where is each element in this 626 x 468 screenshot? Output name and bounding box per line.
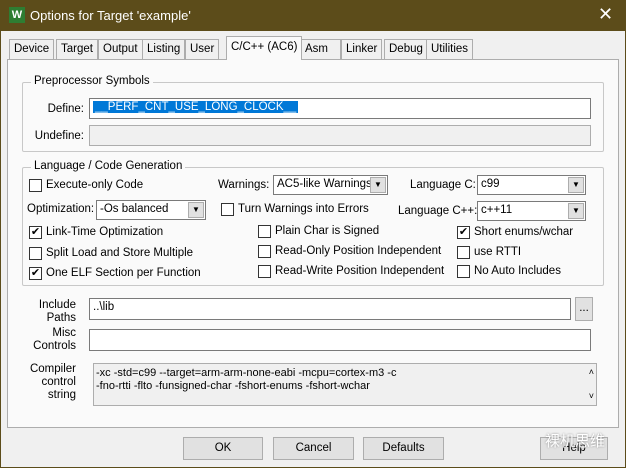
- split-load-checkbox[interactable]: [29, 247, 42, 260]
- label-line: Controls: [33, 340, 76, 352]
- link-time-checkbox[interactable]: ✔: [29, 226, 42, 239]
- turn-warnings-checkbox[interactable]: [221, 203, 234, 216]
- optimization-label: Optimization:: [27, 203, 95, 215]
- execute-only-checkbox[interactable]: [29, 179, 42, 192]
- turn-warnings-label: Turn Warnings into Errors: [238, 203, 369, 215]
- warnings-label: Warnings:: [218, 179, 270, 191]
- language-cpp-value: c++11: [481, 204, 513, 216]
- optimization-value: -Os balanced: [100, 203, 169, 215]
- chevron-down-icon: ▼: [568, 177, 584, 193]
- include-paths-input[interactable]: ..\lib: [89, 298, 571, 320]
- language-c-value: c99: [481, 178, 500, 190]
- warnings-select[interactable]: AC5-like Warnings ▼: [273, 175, 388, 195]
- tab-target[interactable]: Target: [56, 39, 98, 59]
- tab-device[interactable]: Device: [9, 39, 55, 59]
- define-label: Define:: [47, 103, 84, 115]
- split-load-label: Split Load and Store Multiple: [46, 247, 194, 259]
- title-bar[interactable]: W Options for Target 'example' ✕: [0, 0, 626, 31]
- language-cpp-label: Language C++:: [398, 205, 478, 217]
- tab-utilities[interactable]: Utilities: [426, 39, 474, 59]
- no-auto-includes-checkbox[interactable]: [457, 265, 470, 278]
- warnings-value: AC5-like Warnings: [277, 178, 372, 190]
- chevron-down-icon: ▼: [188, 202, 204, 218]
- no-auto-includes-label: No Auto Includes: [474, 265, 561, 277]
- tab-user[interactable]: User: [185, 39, 220, 59]
- label-line: Include: [38, 299, 76, 311]
- undefine-label: Undefine:: [34, 130, 84, 142]
- include-paths-label: Include Paths: [20, 299, 76, 325]
- compiler-string-label: Compiler control string: [20, 363, 76, 402]
- compiler-string-textarea[interactable]: -xc -std=c99 --target=arm-arm-none-eabi …: [93, 363, 597, 406]
- group-label: Language / Code Generation: [31, 160, 186, 172]
- plain-char-label: Plain Char is Signed: [275, 225, 380, 237]
- ropi-checkbox[interactable]: [258, 245, 271, 258]
- watermark: 裸机思维: [545, 433, 606, 450]
- defaults-button[interactable]: Defaults: [363, 437, 444, 460]
- label-line: string: [47, 389, 76, 401]
- one-elf-checkbox[interactable]: ✔: [29, 267, 42, 280]
- ok-button[interactable]: OK: [183, 437, 263, 460]
- rtti-label: use RTTI: [474, 246, 522, 258]
- chevron-down-icon: ▼: [370, 177, 386, 193]
- tab-linker[interactable]: Linker: [341, 39, 383, 59]
- compiler-line: -xc -std=c99 --target=arm-arm-none-eabi …: [96, 367, 397, 379]
- optimization-select[interactable]: -Os balanced ▼: [96, 200, 206, 220]
- browse-button[interactable]: ...: [575, 297, 593, 321]
- tab-asm[interactable]: Asm: [300, 39, 341, 59]
- label-line: control: [41, 376, 76, 388]
- tab-listing[interactable]: Listing: [142, 39, 186, 59]
- language-c-label: Language C:: [410, 179, 476, 191]
- define-input[interactable]: __PERF_CNT_USE_LONG_CLOCK__: [89, 98, 591, 119]
- short-enums-checkbox[interactable]: ✔: [457, 226, 470, 239]
- label-line: Paths: [46, 312, 76, 324]
- tab-cc-ac6[interactable]: C/C++ (AC6): [226, 36, 303, 60]
- tab-output[interactable]: Output: [98, 39, 143, 59]
- one-elf-label: One ELF Section per Function: [46, 267, 201, 279]
- chevron-down-icon: ▼: [568, 203, 584, 219]
- language-cpp-select[interactable]: c++11 ▼: [477, 201, 586, 221]
- language-c-select[interactable]: c99 ▼: [477, 175, 586, 195]
- short-enums-label: Short enums/wchar: [474, 226, 574, 238]
- window-title: Options for Target 'example': [30, 8, 191, 23]
- label-line: Misc: [52, 327, 76, 339]
- execute-only-label: Execute-only Code: [46, 179, 144, 191]
- rtti-checkbox[interactable]: [457, 246, 470, 259]
- link-time-label: Link-Time Optimization: [46, 226, 164, 238]
- close-icon[interactable]: ✕: [598, 4, 613, 25]
- app-icon: W: [9, 7, 25, 23]
- scroll-up-icon[interactable]: ˄: [589, 366, 594, 379]
- undefine-input[interactable]: [89, 125, 591, 146]
- group-label: Preprocessor Symbols: [31, 75, 153, 87]
- ropi-label: Read-Only Position Independent: [275, 245, 442, 257]
- rwpi-label: Read-Write Position Independent: [275, 265, 445, 277]
- plain-char-checkbox[interactable]: [258, 225, 271, 238]
- rwpi-checkbox[interactable]: [258, 265, 271, 278]
- define-value: __PERF_CNT_USE_LONG_CLOCK__: [93, 101, 299, 113]
- scroll-down-icon[interactable]: ˅: [589, 390, 594, 403]
- tab-debug[interactable]: Debug: [384, 39, 428, 59]
- misc-controls-label: Misc Controls: [20, 327, 76, 353]
- cancel-button[interactable]: Cancel: [273, 437, 354, 460]
- compiler-line: -fno-rtti -flto -funsigned-char -fshort-…: [96, 380, 370, 392]
- misc-controls-input[interactable]: [89, 329, 591, 351]
- label-line: Compiler: [29, 363, 76, 375]
